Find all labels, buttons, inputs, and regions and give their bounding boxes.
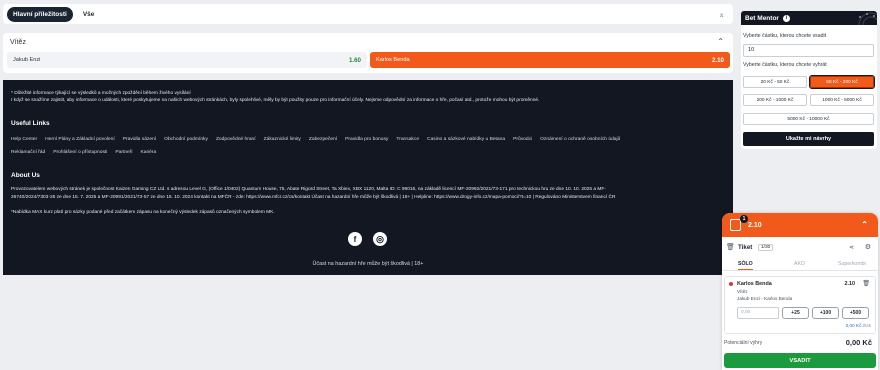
footer-link[interactable]: Partneři bbox=[115, 150, 132, 155]
footer-link[interactable]: Zodpovědné hraní bbox=[216, 137, 256, 142]
bet-slip: 1 2.10 ⌃ 🗑 Tiket 1/30 ⋖ ⚙ SÓLO AKO Super… bbox=[722, 213, 878, 370]
win-option[interactable]: 20 Kč - 50 Kč bbox=[743, 76, 807, 88]
stake-summary: 0,00 Kč Zisk bbox=[846, 323, 871, 328]
facebook-icon[interactable]: f bbox=[348, 232, 362, 246]
about-title: About Us bbox=[11, 172, 40, 179]
trash-icon[interactable]: 🗑 bbox=[726, 243, 735, 251]
footer-link[interactable]: Obchodní podmínky bbox=[164, 137, 208, 142]
place-bet-button[interactable]: VSADIT bbox=[724, 353, 876, 368]
footer-link[interactable]: Pravidla sázení bbox=[123, 137, 156, 142]
footer-link[interactable]: Zabezpečení bbox=[309, 137, 337, 142]
stake-sum-suffix: Zisk bbox=[862, 323, 871, 328]
odd-value: 1.60 bbox=[348, 56, 361, 64]
odd-label: Karlos Benda bbox=[376, 57, 410, 63]
footer-link[interactable]: Prohlášení o přístupnosti bbox=[53, 150, 107, 155]
tab-all[interactable]: Vše bbox=[77, 7, 101, 22]
odd-label: Jakub Enzi bbox=[13, 57, 41, 63]
responsible-gaming-text: Účast na hazardní hře může být škodlivá … bbox=[312, 261, 424, 267]
win-option-selected[interactable]: 50 Kč - 200 Kč bbox=[809, 75, 875, 89]
odd-value: 2.10 bbox=[711, 56, 724, 64]
collapse-all-icon[interactable]: ⌅ bbox=[718, 10, 725, 19]
show-suggestions-button[interactable]: Ukažte mi návrhy bbox=[743, 132, 874, 146]
bet-mentor-header: Bet Mentor i bbox=[741, 11, 877, 25]
market-filter-bar: Hlavní příležitosti Vše ⌅ bbox=[3, 4, 733, 24]
ticket-icon bbox=[730, 219, 741, 231]
footer-link[interactable]: Herní Plány a Základní povolení bbox=[45, 137, 115, 142]
selection-event: Jakub Enzi - Karlos Benda bbox=[737, 296, 793, 301]
footer-link[interactable]: Casino a sázkové nabídky u Betana bbox=[427, 137, 505, 142]
info-icon[interactable]: i bbox=[782, 14, 790, 22]
about-text-1: Provozovatelem webových stránek je spole… bbox=[11, 187, 606, 192]
ticket-toolbar: 🗑 Tiket 1/30 ⋖ ⚙ bbox=[722, 240, 878, 254]
stake-label: Vyberte částku, kterou chcete vsadit bbox=[743, 33, 827, 39]
bet-type-tabs: SÓLO AKO Superkombi bbox=[722, 258, 878, 271]
selection-card: Karlos Benda 2.10 🗑 Vítěz Jakub Enzi - K… bbox=[724, 276, 876, 334]
win-option[interactable]: 5000 Kč - 10000 Kč bbox=[743, 113, 874, 125]
stake-field[interactable]: 0,00 bbox=[737, 307, 779, 319]
footer-link[interactable]: Průvodci bbox=[513, 137, 532, 142]
footer-link[interactable]: Transakce bbox=[396, 137, 419, 142]
tab-superkombi[interactable]: Superkombi bbox=[838, 261, 866, 267]
footer-link[interactable]: Zákaznické limity bbox=[264, 137, 301, 142]
disclaimer-text: I když se snažíme zajistit, aby informac… bbox=[11, 98, 540, 103]
potential-win-label: Potenciální výhry bbox=[724, 340, 763, 346]
selection-odd: 2.10 bbox=[844, 281, 856, 287]
footer-link[interactable]: Reklamační řád bbox=[11, 150, 45, 155]
stake-sum-value: 0,00 Kč bbox=[845, 323, 862, 328]
quick-stake-25[interactable]: +25 bbox=[782, 307, 809, 319]
win-option[interactable]: 200 Kč - 1000 Kč bbox=[743, 94, 807, 106]
total-odd: 2.10 bbox=[748, 221, 762, 229]
ticket-count: 1/30 bbox=[758, 243, 774, 251]
selection-name: Karlos Benda bbox=[737, 281, 772, 287]
stake-input[interactable]: 10 bbox=[743, 44, 874, 57]
instagram-icon[interactable]: ◎ bbox=[373, 232, 387, 246]
footer-link[interactable]: Oznámení o ochraně osobních údajů bbox=[540, 137, 620, 142]
footer-link[interactable]: Help Center bbox=[11, 137, 37, 142]
bet-mentor-panel: Bet Mentor i Vyberte částku, kterou chce… bbox=[741, 11, 877, 149]
market-card-winner: Vítěz ⌃ Jakub Enzi 1.60 Karlos Benda 2.1… bbox=[3, 33, 733, 73]
chevron-up-icon[interactable]: ⌃ bbox=[717, 37, 724, 46]
odd-button-enzi[interactable]: Jakub Enzi 1.60 bbox=[7, 52, 367, 68]
potential-win-value: 0,00 Kč bbox=[845, 338, 872, 347]
tab-solo[interactable]: SÓLO bbox=[738, 261, 753, 270]
quick-stake-500[interactable]: +500 bbox=[842, 307, 869, 319]
useful-links-title: Useful Links bbox=[11, 120, 50, 127]
remove-selection-icon[interactable]: 🗑 bbox=[862, 280, 870, 287]
chevron-up-icon[interactable]: ⌃ bbox=[861, 220, 868, 229]
gear-icon[interactable]: ⚙ bbox=[865, 243, 871, 251]
selection-count-badge: 1 bbox=[740, 215, 748, 223]
tab-main-opportunities[interactable]: Hlavní příležitosti bbox=[7, 6, 73, 22]
live-dot-icon bbox=[729, 282, 733, 286]
share-icon[interactable]: ⋖ bbox=[849, 244, 854, 251]
quick-stake-100[interactable]: +100 bbox=[812, 307, 839, 319]
live-info-note: * Důležité informace týkající se výsledk… bbox=[11, 91, 191, 96]
bet-slip-header[interactable]: 1 2.10 ⌃ bbox=[722, 213, 878, 237]
odd-button-benda[interactable]: Karlos Benda 2.10 bbox=[370, 52, 730, 68]
tab-ako[interactable]: AKO bbox=[794, 261, 805, 267]
footer-links: Help Center Herní Plány a Základní povol… bbox=[11, 137, 726, 155]
about-text-2: 26740/2024/7303-26 ze dne 15. 7. 2025 a … bbox=[11, 195, 616, 200]
footer-link[interactable]: Pravidla pro bonusy bbox=[345, 137, 388, 142]
selection-market: Vítěz bbox=[737, 289, 748, 294]
max-odds-note: *Nabídka MAX kurz platí pro sázky podané… bbox=[11, 210, 275, 215]
bet-mentor-title: Bet Mentor bbox=[745, 14, 779, 22]
win-label: Vyberte částku, kterou chcete vyhrát bbox=[743, 62, 827, 68]
ticket-title: Tiket bbox=[738, 243, 753, 251]
win-option[interactable]: 1000 Kč - 5000 Kč bbox=[810, 94, 874, 106]
site-footer: * Důležité informace týkající se výsledk… bbox=[3, 80, 733, 275]
market-title: Vítěz bbox=[10, 39, 26, 46]
mentor-decoration-icon bbox=[858, 12, 877, 25]
footer-link[interactable]: Kariéra bbox=[140, 150, 156, 155]
